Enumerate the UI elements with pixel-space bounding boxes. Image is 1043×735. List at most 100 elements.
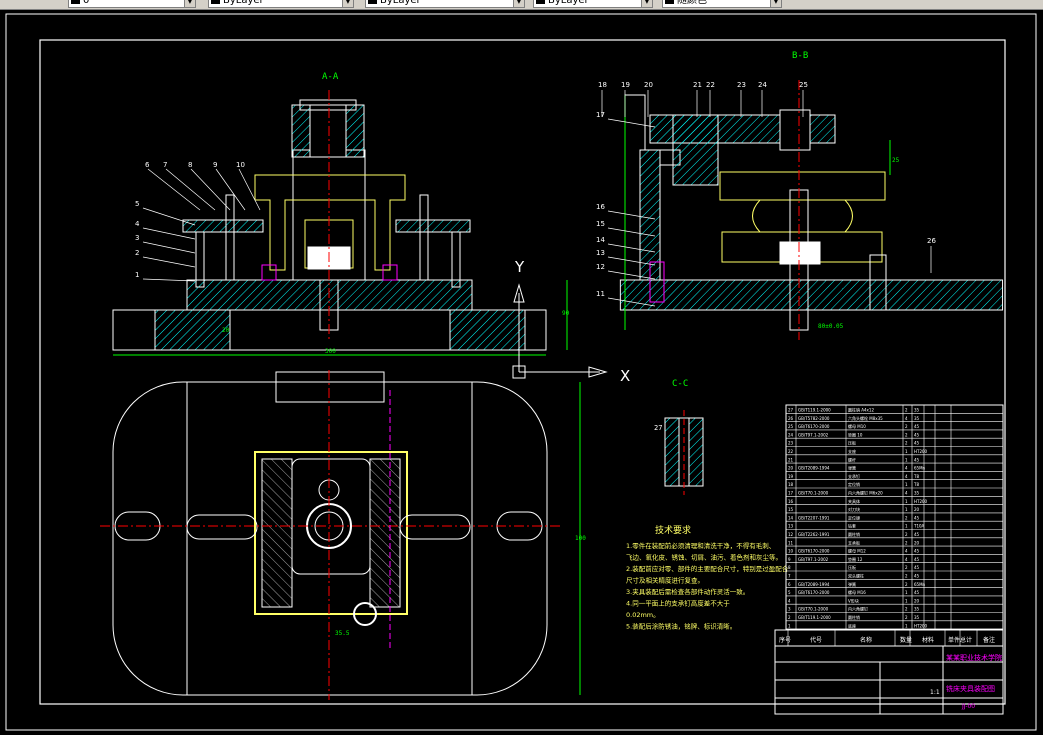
balloon-6: 6 xyxy=(145,161,150,169)
chevron-down-icon[interactable]: ▼ xyxy=(770,0,781,7)
bom-cell: 6 xyxy=(788,582,791,587)
balloon-1: 1 xyxy=(135,271,139,279)
bom-cell: HT200 xyxy=(914,449,928,454)
balloon-24: 24 xyxy=(758,81,767,89)
section-bb-view[interactable]: B-B 25 80±0.05 xyxy=(619,51,1004,340)
dim-small: 20 xyxy=(222,327,230,334)
ucs-icon: Y X xyxy=(512,258,630,385)
bom-cell: 4 xyxy=(905,549,908,554)
balloon-7: 7 xyxy=(163,161,167,169)
bom-cell: GB/T6170-2000 xyxy=(798,590,830,595)
bom-cell: 钻套 xyxy=(848,523,856,529)
bom-cell: 20 xyxy=(914,540,920,545)
balloon-25: 25 xyxy=(799,81,808,89)
balloon-26: 26 xyxy=(927,237,936,245)
bom-cell: 26 xyxy=(788,416,794,421)
bom-header-cell: 代号 xyxy=(810,636,822,644)
bom-cell: GB/T2262-1991 xyxy=(798,532,830,537)
bom-cell: 5 xyxy=(788,590,791,595)
bom-table: 27 GB/T119.1-2000 圆柱销 A4x12 2 3526 GB/T5782-2… xyxy=(774,404,1004,647)
chevron-down-icon[interactable]: ▼ xyxy=(513,0,524,7)
linetype-combo[interactable]: ByLayer ▼ xyxy=(365,0,525,8)
bom-header-cell: 序号 xyxy=(779,636,791,644)
dim-plan-small: 35.5 xyxy=(335,630,350,637)
bom-cell: 8 xyxy=(788,565,791,570)
balloon-8: 8 xyxy=(188,161,192,169)
tech-req-line: 飞边、氧化皮、锈蚀、切屑、油污、着色剂和灰尘等。 xyxy=(626,553,782,562)
bom-cell: 2 xyxy=(905,408,908,413)
bom-cell: GB/T2207-1991 xyxy=(798,515,830,520)
bom-cell: T8 xyxy=(913,474,919,479)
bom-cell: 1 xyxy=(905,524,908,529)
color-combo[interactable]: ByLayer ▼ xyxy=(208,0,354,8)
balloon-13: 13 xyxy=(596,249,605,257)
bom-cell: 1 xyxy=(905,449,908,454)
bom-cell: 45 xyxy=(914,515,920,520)
bom-cell: 35 xyxy=(914,408,920,413)
leader-line xyxy=(215,168,246,211)
drawing-canvas[interactable]: A-A 300 90 20 6 7 8 9 10 5 4 3 2 1 Y X B… xyxy=(0,10,1043,735)
lineweight-combo-value: ByLayer xyxy=(548,0,589,6)
bom-cell: 压板 xyxy=(848,440,856,446)
bom-cell: 2 xyxy=(905,615,908,620)
bom-cell: 垫圈 12 xyxy=(848,556,863,562)
balloon-22: 22 xyxy=(706,81,715,89)
balloon-20: 20 xyxy=(644,81,653,89)
lineweight-combo[interactable]: ByLayer ▼ xyxy=(533,0,653,8)
bom-cell: GB/T5782-2000 xyxy=(798,416,830,421)
dim-offset: 80±0.05 xyxy=(818,323,844,330)
bom-cell: 10 xyxy=(788,549,794,554)
tech-req-title: 技术要求 xyxy=(655,524,691,536)
bom-cell: 24 xyxy=(788,432,794,437)
bom-cell: GB/T70.1-2000 xyxy=(798,607,829,612)
bom-cell: 45 xyxy=(914,441,920,446)
balloon-23: 23 xyxy=(737,81,746,89)
leader-line xyxy=(607,118,656,128)
bom-cell: 12 xyxy=(788,532,794,537)
bom-cell: 1 xyxy=(905,507,908,512)
section-cc-title: C-C xyxy=(672,379,688,389)
section-aa-view[interactable]: A-A 300 90 20 xyxy=(112,72,570,356)
bom-cell: 25 xyxy=(788,424,794,429)
cad-drawing[interactable]: A-A 300 90 20 6 7 8 9 1054321 Y X B-B 25… xyxy=(0,10,1043,735)
color-combo-value: ByLayer xyxy=(223,0,264,6)
title-drawing-no: JJ-00 xyxy=(961,703,975,710)
bom-cell: 4 xyxy=(788,598,791,603)
bom-cell: 4 xyxy=(905,474,908,479)
bom-cell: GB/T97.1-2002 xyxy=(798,432,829,437)
bom-cell: 2 xyxy=(905,565,908,570)
bom-cell: GB/T119.1-2000 xyxy=(798,408,831,413)
dim-height-left: 90 xyxy=(562,310,570,317)
swatch-icon xyxy=(71,0,80,4)
bom-cell: 2 xyxy=(905,582,908,587)
linetype-combo-value: ByLayer xyxy=(380,0,421,6)
chevron-down-icon[interactable]: ▼ xyxy=(342,0,353,7)
swatch-icon xyxy=(368,0,377,4)
balloon-27: 27 xyxy=(654,424,662,432)
chevron-down-icon[interactable]: ▼ xyxy=(641,0,652,7)
bom-cell: 支承钉 xyxy=(848,473,860,479)
balloon-9: 9 xyxy=(213,161,217,169)
bom-cell: 45 xyxy=(914,424,920,429)
balloon-19: 19 xyxy=(621,81,630,89)
dim-right: 25 xyxy=(892,157,900,164)
bom-cell: 9 xyxy=(788,557,791,562)
plan-view[interactable]: 100 35.5 xyxy=(100,370,586,700)
bom-cell: 7 xyxy=(788,574,791,579)
bom-cell: 支承板 xyxy=(848,539,860,545)
bom-cell: 17 xyxy=(788,491,794,496)
bom-cell: 底座 xyxy=(848,622,856,628)
bom-cell: 35 xyxy=(914,416,920,421)
tech-req-line: 0.02mm。 xyxy=(626,611,660,619)
bom-cell: 45 xyxy=(914,532,920,537)
bom-cell: GB/T2089-1994 xyxy=(798,582,830,587)
bom-cell: GB/T6170-2000 xyxy=(798,549,830,554)
bom-cell: 20 xyxy=(914,507,920,512)
plotstyle-combo[interactable]: 随颜色 ▼ xyxy=(662,0,782,8)
title-drawing-name: 铣床夹具装配图 xyxy=(946,684,995,693)
chevron-down-icon[interactable]: ▼ xyxy=(184,0,195,7)
tech-req-line: 3.夹具装配后需检查各部件动作灵活一致。 xyxy=(626,587,749,596)
bom-cell: 23 xyxy=(788,441,794,446)
layer-combo[interactable]: 0 ▼ xyxy=(68,0,196,8)
section-cc-view[interactable]: C-C 27 xyxy=(654,379,704,495)
